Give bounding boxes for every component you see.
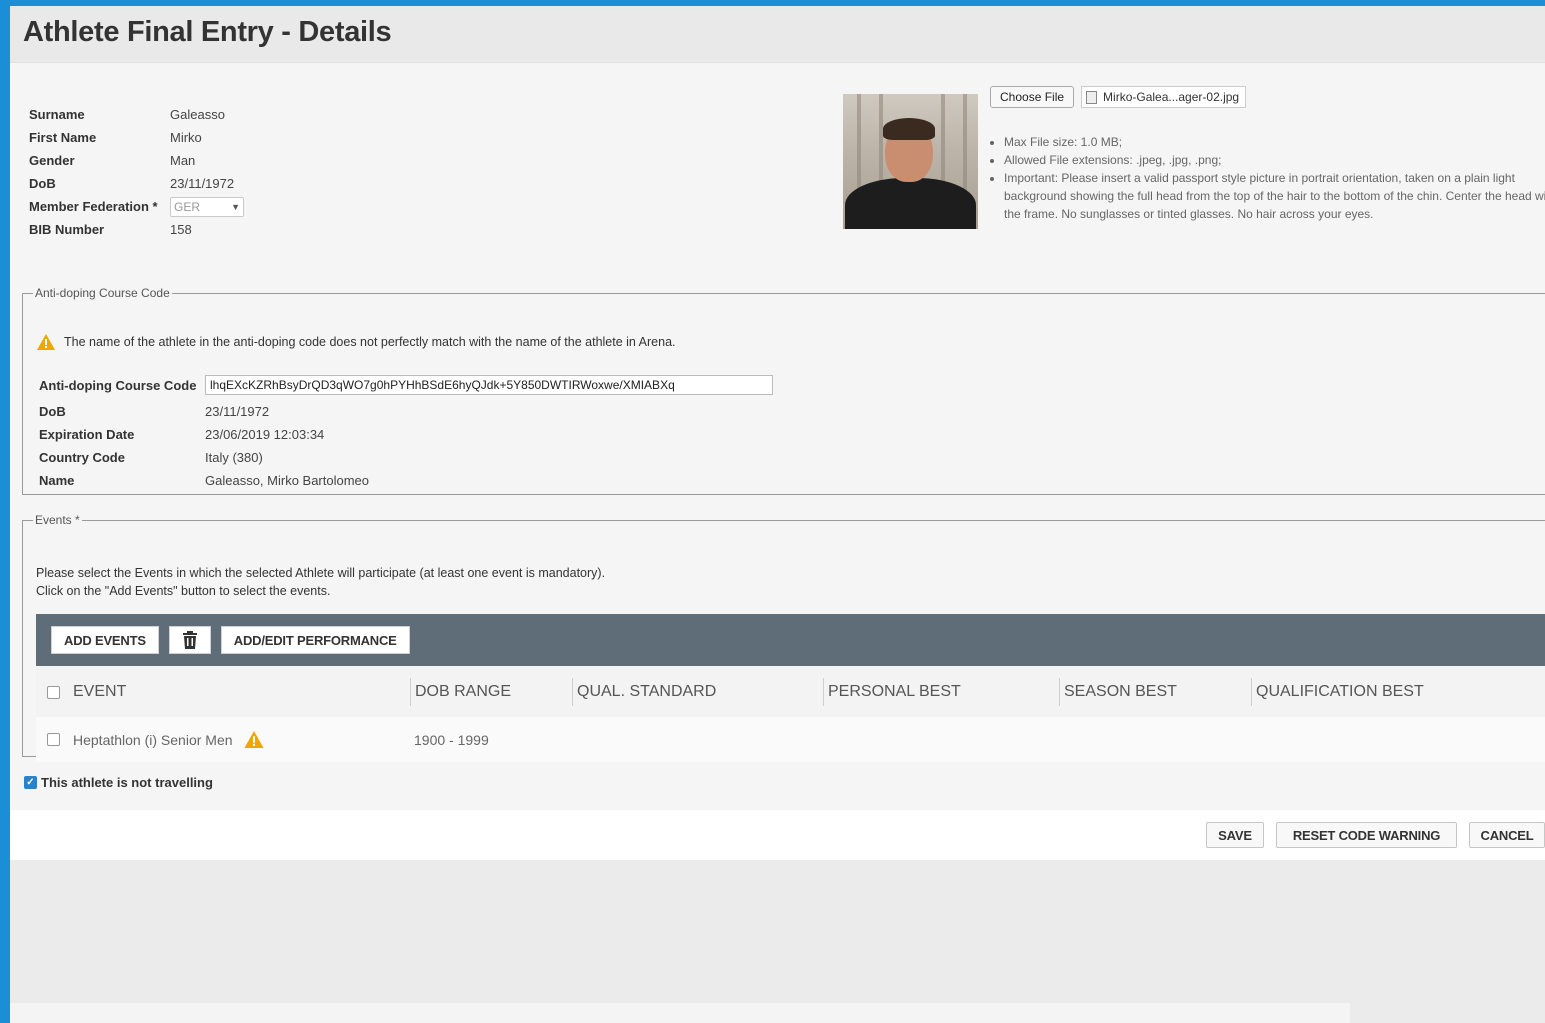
info-row-first-name: First Name Mirko	[29, 126, 244, 149]
dob-label: DoB	[29, 176, 56, 191]
column-personal-best-label: PERSONAL BEST	[828, 683, 961, 700]
athlete-photo	[843, 94, 978, 229]
events-section: Events * Please select the Events in whi…	[22, 513, 1545, 762]
select-all-checkbox[interactable]	[47, 685, 60, 699]
events-toolbar: ADD EVENTS ADD/EDIT PERFORMANCE	[36, 614, 1545, 666]
anti-doping-legend: Anti-doping Course Code	[35, 286, 170, 300]
cell-event: Heptathlon (i) Senior Men	[36, 731, 410, 748]
adc-expiration-label: Expiration Date	[39, 427, 135, 442]
info-row-surname: Surname Galeasso	[29, 103, 244, 126]
add-events-button[interactable]: ADD EVENTS	[51, 626, 159, 654]
not-travelling-label: This athlete is not travelling	[41, 775, 213, 790]
warning-text: The name of the athlete in the anti-dopi…	[64, 335, 676, 349]
add-edit-performance-button[interactable]: ADD/EDIT PERFORMANCE	[220, 626, 410, 654]
adc-name-label: Name	[39, 473, 75, 488]
column-qual-standard[interactable]: QUAL. STANDARD	[572, 678, 823, 706]
adc-row-code: Anti-doping Course Code	[39, 370, 773, 400]
hint-important: Important: Please insert a valid passpor…	[1004, 169, 1545, 223]
column-personal-best[interactable]: PERSONAL BEST	[823, 678, 1059, 706]
column-qualification-best-label: QUALIFICATION BEST	[1256, 683, 1424, 700]
gender-label: Gender	[29, 153, 75, 168]
file-name-display: Mirko-Galea...ager-02.jpg	[1081, 86, 1247, 108]
surname-label: Surname	[29, 107, 85, 122]
adc-dob-label: DoB	[39, 404, 66, 419]
file-upload: Choose File Mirko-Galea...ager-02.jpg	[990, 86, 1247, 108]
not-travelling-checkbox[interactable]: ✓	[24, 776, 37, 789]
first-name-value: Mirko	[170, 130, 202, 145]
column-event-label: EVENT	[73, 683, 127, 700]
file-icon	[1086, 90, 1098, 104]
events-description: Please select the Events in which the se…	[36, 564, 605, 600]
anti-doping-warning: The name of the athlete in the anti-dopi…	[37, 334, 676, 350]
reset-code-warning-button[interactable]: RESET CODE WARNING	[1276, 822, 1457, 848]
trash-icon	[182, 631, 197, 649]
events-description-line-1: Please select the Events in which the se…	[36, 566, 606, 580]
gender-value: Man	[170, 153, 196, 168]
column-season-best[interactable]: SEASON BEST	[1059, 678, 1251, 706]
adc-row-name: Name Galeasso, Mirko Bartolomeo	[39, 469, 773, 492]
anti-doping-details: Anti-doping Course Code DoB 23/11/1972 E…	[39, 370, 773, 492]
not-travelling-option[interactable]: ✓ This athlete is not travelling	[24, 775, 213, 790]
chevron-down-icon: ▼	[231, 201, 240, 212]
info-row-federation: Member Federation * GER ▼	[29, 195, 244, 218]
adc-dob-value: 23/11/1972	[205, 404, 270, 419]
info-row-dob: DoB 23/11/1972	[29, 172, 244, 195]
federation-label: Member Federation *	[29, 199, 158, 214]
photo-body	[845, 178, 976, 229]
adc-country-value: Italy (380)	[205, 450, 263, 465]
adc-expiration-value: 23/06/2019 12:03:34	[205, 427, 325, 442]
cancel-button[interactable]: CANCEL	[1469, 822, 1545, 848]
athlete-info: Surname Galeasso First Name Mirko Gender…	[29, 103, 244, 241]
hint-max-size: Max File size: 1.0 MB;	[1004, 133, 1545, 151]
adc-row-country: Country Code Italy (380)	[39, 446, 773, 469]
events-table-header: EVENT DOB RANGE QUAL. STANDARD PERSONAL …	[36, 667, 1545, 717]
anti-doping-section: Anti-doping Course Code The name of the …	[22, 286, 1545, 495]
row-checkbox[interactable]	[47, 733, 60, 746]
surname-value: Galeasso	[170, 107, 225, 122]
event-name: Heptathlon (i) Senior Men	[73, 731, 233, 748]
info-row-bib: BIB Number 158	[29, 218, 244, 241]
form-content: Surname Galeasso First Name Mirko Gender…	[10, 63, 1545, 810]
bib-value: 158	[170, 222, 192, 237]
warning-icon	[243, 731, 264, 748]
hint-extensions: Allowed File extensions: .jpeg, .jpg, .p…	[1004, 151, 1545, 169]
warning-icon	[37, 334, 55, 350]
title-bar: Athlete Final Entry - Details	[10, 6, 1545, 63]
dob-range-value: 1900 - 1999	[414, 731, 489, 748]
federation-select[interactable]: GER ▼	[170, 196, 244, 217]
adc-country-label: Country Code	[39, 450, 125, 465]
column-dob-range[interactable]: DOB RANGE	[410, 678, 572, 706]
dob-value: 23/11/1972	[170, 176, 235, 191]
federation-select-value: GER	[174, 199, 201, 214]
photo-hair	[883, 118, 935, 140]
adc-row-dob: DoB 23/11/1972	[39, 400, 773, 423]
column-qualification-best[interactable]: QUALIFICATION BEST	[1251, 678, 1545, 706]
adc-row-expiration: Expiration Date 23/06/2019 12:03:34	[39, 423, 773, 446]
save-button[interactable]: SAVE	[1206, 822, 1264, 848]
bib-label: BIB Number	[29, 222, 105, 237]
events-description-line-2: Click on the "Add Events" button to sele…	[36, 584, 331, 598]
file-name-text: Mirko-Galea...ager-02.jpg	[1103, 90, 1240, 104]
empty-area	[10, 860, 1545, 1008]
adc-name-value: Galeasso, Mirko Bartolomeo	[205, 473, 370, 488]
upload-hints: Max File size: 1.0 MB; Allowed File exte…	[985, 133, 1545, 223]
first-name-label: First Name	[29, 130, 97, 145]
cell-dob-range: 1900 - 1999	[410, 732, 572, 748]
page-frame: Athlete Final Entry - Details Surname Ga…	[10, 6, 1545, 1023]
column-dob-range-label: DOB RANGE	[415, 683, 512, 700]
info-row-gender: Gender Man	[29, 149, 244, 172]
column-event: EVENT	[36, 683, 410, 701]
choose-file-button[interactable]: Choose File	[990, 86, 1075, 108]
adc-code-input[interactable]	[205, 375, 773, 395]
table-row[interactable]: Heptathlon (i) Senior Men 1900 - 1999	[36, 717, 1545, 762]
adc-code-label: Anti-doping Course Code	[39, 377, 197, 393]
delete-event-button[interactable]	[168, 626, 211, 654]
page-title: Athlete Final Entry - Details	[23, 16, 392, 48]
column-qual-standard-label: QUAL. STANDARD	[577, 683, 717, 700]
footer-strip	[10, 1003, 1350, 1023]
column-season-best-label: SEASON BEST	[1064, 683, 1177, 700]
events-legend: Events *	[35, 513, 80, 527]
action-bar: SAVE RESET CODE WARNING CANCEL	[10, 810, 1545, 860]
